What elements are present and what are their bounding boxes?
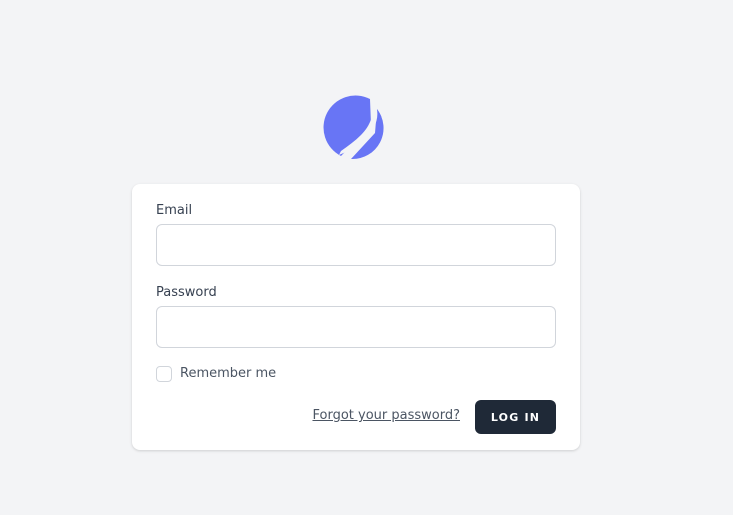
email-label: Email bbox=[156, 203, 193, 218]
forgot-password-link[interactable]: Forgot your password? bbox=[312, 408, 460, 424]
planet-logo-icon bbox=[323, 95, 384, 160]
remember-me-label: Remember me bbox=[180, 366, 277, 381]
login-button[interactable]: LOG IN bbox=[475, 400, 556, 434]
password-field[interactable] bbox=[156, 306, 556, 348]
remember-me-checkbox[interactable] bbox=[156, 366, 172, 382]
login-page: Email Password Remember me Forgot your p… bbox=[0, 0, 733, 515]
password-label: Password bbox=[156, 285, 217, 300]
email-field[interactable] bbox=[156, 224, 556, 266]
login-card: Email Password Remember me Forgot your p… bbox=[132, 184, 580, 450]
